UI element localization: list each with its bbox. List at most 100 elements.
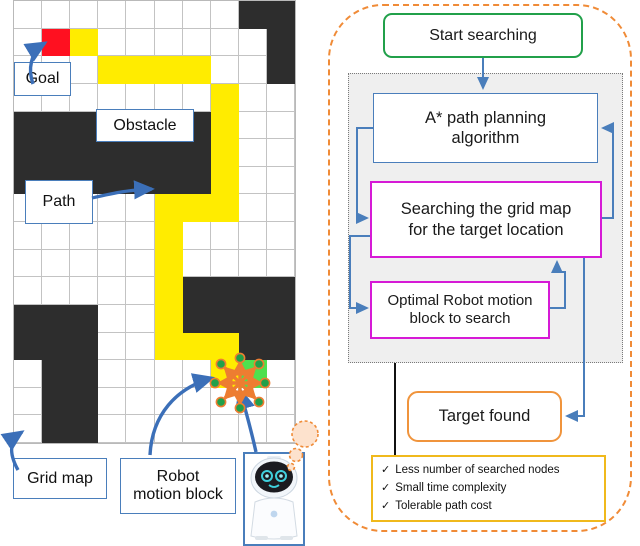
grid-cell-free[interactable] [154,83,183,112]
grid-cell-free[interactable] [238,56,267,84]
grid-cell-free[interactable] [266,166,295,195]
grid-cell-free[interactable] [70,1,99,29]
grid-cell-path[interactable] [210,166,239,195]
grid-cell-free[interactable] [126,387,155,416]
grid-cell-free[interactable] [266,249,295,278]
grid-cell-free[interactable] [14,277,43,305]
grid-cell-free[interactable] [182,222,211,250]
grid-cell-free[interactable] [210,222,239,250]
node-start-searching[interactable]: Start searching [383,13,583,58]
grid-cell-free[interactable] [266,415,295,443]
callout-obstacle[interactable]: Obstacle [96,109,194,142]
grid-cell-free[interactable] [126,249,155,278]
node-searching-grid-map[interactable]: Searching the grid map for the target lo… [370,181,602,258]
grid-cell-free[interactable] [154,28,183,57]
grid-cell-obstacle[interactable] [98,139,127,167]
grid-cell-path[interactable] [126,56,155,84]
grid-cell-path[interactable] [154,56,183,84]
grid-cell-free[interactable] [98,28,127,57]
grid-cell-free[interactable] [238,166,267,195]
grid-cell-obstacle[interactable] [238,332,267,361]
grid-cell-path[interactable] [182,56,211,84]
grid-cell-free[interactable] [182,387,211,416]
grid-cell-free[interactable] [98,360,127,388]
grid-cell-free[interactable] [98,387,127,416]
node-optimal-motion-block[interactable]: Optimal Robot motion block to search [370,281,550,339]
grid-cell-obstacle[interactable] [210,277,239,305]
grid-cell-free[interactable] [266,360,295,388]
grid-cell-obstacle[interactable] [42,415,71,443]
grid-cell-obstacle[interactable] [70,332,99,361]
callout-grid-map[interactable]: Grid map [13,458,107,499]
grid-cell-free[interactable] [238,249,267,278]
grid-cell-path[interactable] [182,332,211,361]
grid-cell-path[interactable] [210,139,239,167]
grid-cell-obstacle[interactable] [70,304,99,333]
grid-cell-path[interactable] [210,83,239,112]
grid-cell-free[interactable] [210,387,239,416]
grid-cell-free[interactable] [14,222,43,250]
grid-cell-obstacle[interactable] [98,166,127,195]
grid-cell-obstacle[interactable] [70,360,99,388]
grid-cell-free[interactable] [210,56,239,84]
grid-cell-path[interactable] [70,28,99,57]
grid-cell-free[interactable] [98,332,127,361]
grid-cell-free[interactable] [210,28,239,57]
grid-cell-path[interactable] [98,56,127,84]
grid-cell-free[interactable] [14,28,43,57]
grid-cell-obstacle[interactable] [266,56,295,84]
node-target-found[interactable]: Target found [407,391,562,442]
grid-cell-path[interactable] [210,194,239,222]
grid-cell-free[interactable] [98,83,127,112]
grid-cell-free[interactable] [14,415,43,443]
grid-cell-free[interactable] [70,249,99,278]
grid-cell-free[interactable] [210,249,239,278]
grid-cell-path[interactable] [210,332,239,361]
grid-cell-free[interactable] [14,387,43,416]
grid-cell-free[interactable] [126,277,155,305]
grid-cell-free[interactable] [14,360,43,388]
grid-cell-obstacle[interactable] [126,139,155,167]
grid-cell-obstacle[interactable] [14,111,43,140]
grid-cell-obstacle[interactable] [238,304,267,333]
grid-cell-free[interactable] [14,1,43,29]
grid-cell-free[interactable] [238,28,267,57]
grid-cell-free[interactable] [210,1,239,29]
grid-cell-path[interactable] [154,304,183,333]
grid-cell-free[interactable] [154,415,183,443]
grid-cell-free[interactable] [14,249,43,278]
grid-cell-obstacle[interactable] [70,139,99,167]
grid-cell-free[interactable] [238,83,267,112]
grid-cell-free[interactable] [182,360,211,388]
grid-cell-free[interactable] [70,222,99,250]
grid-cell-obstacle[interactable] [154,166,183,195]
grid-cell-free[interactable] [98,1,127,29]
grid-cell-obstacle[interactable] [238,1,267,29]
grid-cell-obstacle[interactable] [266,332,295,361]
grid-cell-obstacle[interactable] [70,111,99,140]
grid-cell-free[interactable] [70,277,99,305]
grid-cell-free[interactable] [182,28,211,57]
grid-cell-free[interactable] [182,415,211,443]
grid-cell-robot-motion-block[interactable] [238,360,267,388]
grid-cell-free[interactable] [98,249,127,278]
grid-cell-obstacle[interactable] [210,304,239,333]
grid-cell-goal[interactable] [42,28,71,57]
grid-cell-free[interactable] [126,83,155,112]
grid-cell-free[interactable] [238,222,267,250]
callout-path[interactable]: Path [25,180,93,224]
grid-cell-path[interactable] [154,249,183,278]
grid-cell-free[interactable] [266,387,295,416]
grid-cell-free[interactable] [182,83,211,112]
grid-cell-obstacle[interactable] [182,304,211,333]
grid-cell-free[interactable] [182,249,211,278]
grid-cell-obstacle[interactable] [42,332,71,361]
grid-cell-free[interactable] [98,194,127,222]
grid-cell-free[interactable] [126,28,155,57]
grid-cell-obstacle[interactable] [154,139,183,167]
grid-cell-free[interactable] [266,194,295,222]
grid-cell-free[interactable] [70,56,99,84]
grid-cell-free[interactable] [238,139,267,167]
grid-cell-free[interactable] [266,83,295,112]
grid-cell-obstacle[interactable] [70,415,99,443]
